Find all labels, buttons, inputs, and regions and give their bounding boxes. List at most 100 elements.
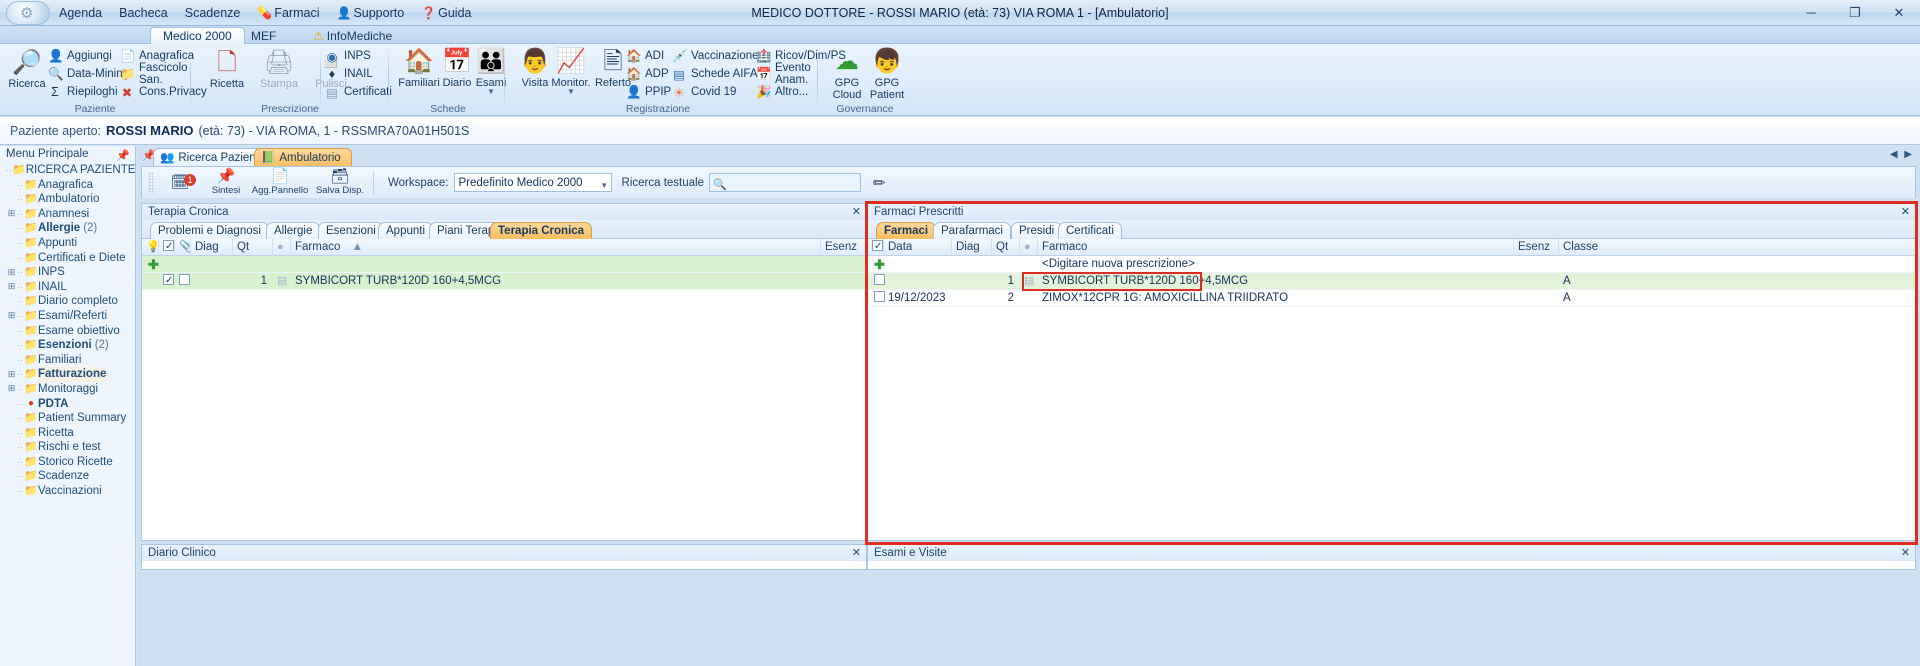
sidebar-item-monitoraggi[interactable]: ··📁Monitoraggi: [0, 382, 135, 397]
column-qt[interactable]: Qt: [233, 239, 273, 256]
sidebar-item-ricetta[interactable]: ·· 📁 Ricetta: [0, 426, 135, 441]
ribbon-button-ricetta[interactable]: 🗋 Ricetta: [200, 48, 254, 90]
expand-icon[interactable]: [6, 367, 17, 383]
clear-search-icon[interactable]: ✏: [873, 174, 886, 192]
sidebar-item-rischi-e-test[interactable]: ·· 📁 Rischi e test: [0, 440, 135, 455]
menu-item-agenda[interactable]: Agenda: [56, 4, 105, 22]
ribbon-button-inail[interactable]: ♦ INAIL: [325, 65, 373, 83]
column-check[interactable]: [159, 239, 175, 256]
column-qt[interactable]: Qt: [992, 239, 1020, 256]
tab-problemi-e-diagnosi[interactable]: Problemi e Diagnosi: [150, 222, 269, 239]
ribbon-button-riepiloghi[interactable]: Σ Riepiloghi: [48, 83, 117, 101]
ribbon-button-schede-aifa[interactable]: ▤ Schede AIFA: [672, 65, 757, 83]
column-data[interactable]: Data: [884, 239, 952, 256]
farmaci-row[interactable]: 19/12/2023 2 ZIMOX*12CPR 1G: AMOXICILLIN…: [868, 290, 1915, 307]
sidebar-item-pdta[interactable]: ·· ● PDTA: [0, 397, 135, 412]
sidebar-item-storico-ricette[interactable]: ·· 📁 Storico Ricette: [0, 455, 135, 470]
toolbar-button-sintesi[interactable]: 📌 Sintesi: [203, 169, 249, 197]
expand-icon[interactable]: [6, 206, 17, 222]
ribbon-button-gpg-patient[interactable]: 👦 GPG Patient: [860, 47, 914, 101]
ribbon-button-inps[interactable]: ◉ INPS: [325, 47, 371, 65]
row-check-primary[interactable]: [159, 273, 175, 290]
ribbon-button-certificati[interactable]: ▤ Certificati: [325, 83, 392, 101]
menu-item-supporto[interactable]: 👤 Supporto: [333, 4, 407, 22]
search-input[interactable]: 🔍: [708, 173, 861, 192]
menu-item-guida[interactable]: ❓ Guida: [418, 4, 474, 22]
column-farmaco[interactable]: Farmaco: [1038, 239, 1514, 256]
tab-esenzioni[interactable]: Esenzioni: [318, 222, 384, 239]
expand-icon[interactable]: [6, 308, 17, 324]
sidebar-item-esami-referti[interactable]: ··📁Esami/Referti: [0, 309, 135, 324]
sidebar-item-allergie[interactable]: ·· 📁 Allergie (2): [0, 221, 135, 236]
column-farmaco[interactable]: Farmaco ▲: [291, 239, 821, 256]
sidebar-item-anamnesi[interactable]: ··📁Anamnesi: [0, 207, 135, 222]
ribbon-tab-mef[interactable]: MEF: [238, 27, 289, 44]
ribbon-button-altro[interactable]: 🎉 Altro...: [756, 83, 808, 101]
terapia-cronica-add-row[interactable]: ✚: [142, 256, 866, 273]
farmaci-row-selected[interactable]: 1 ▤ SYMBICORT TURB*120D 160+4,5MCG A: [868, 272, 1915, 291]
ribbon-button-adp[interactable]: 🏠 ADP: [626, 65, 669, 83]
ribbon-button-datamining[interactable]: 🔍 Data-Mining: [48, 65, 129, 83]
sidebar-item-diario-completo[interactable]: ·· 📁 Diario completo: [0, 294, 135, 309]
sidebar-item-esame-obiettivo[interactable]: ·· 📁 Esame obiettivo: [0, 324, 135, 339]
tab-ambulatorio[interactable]: 📗 Ambulatorio: [254, 148, 352, 166]
menu-item-scadenze[interactable]: Scadenze: [182, 4, 244, 22]
sidebar-item-familiari[interactable]: ·· 📁 Familiari: [0, 353, 135, 368]
sidebar-item-appunti[interactable]: ·· 📁 Appunti: [0, 236, 135, 251]
ribbon-button-stampa[interactable]: 🖨 Stampa: [252, 48, 306, 90]
chevron-down-icon[interactable]: ▼: [544, 88, 598, 96]
ribbon-button-vaccinazione[interactable]: 💉 Vaccinazione: [672, 47, 759, 65]
app-logo-icon[interactable]: [6, 1, 50, 25]
new-prescription-placeholder[interactable]: <Digitare nuova prescrizione>: [1038, 256, 1514, 273]
sidebar-item-ambulatorio[interactable]: ·· 📁 Ambulatorio: [0, 192, 135, 207]
column-diag[interactable]: Diag: [952, 239, 992, 256]
close-icon[interactable]: ✕: [1901, 204, 1910, 220]
ribbon-button-consprivacy[interactable]: ✖ Cons.Privacy: [120, 83, 207, 101]
column-esenz[interactable]: Esenz: [1514, 239, 1559, 256]
sidebar-item-certificati-e-diete[interactable]: ·· 📁 Certificati e Diete: [0, 251, 135, 266]
ribbon-button-ppip[interactable]: 👤 PPIP: [626, 83, 671, 101]
close-icon[interactable]: ✕: [852, 545, 861, 561]
toolbar-grip[interactable]: [148, 171, 154, 194]
column-classe[interactable]: Classe: [1559, 239, 1619, 256]
ribbon-tab-infomediche[interactable]: ⚠ InfoMediche: [300, 27, 405, 44]
sidebar-item-inail[interactable]: ··📁INAIL: [0, 280, 135, 295]
sidebar-item-ricerca-paziente[interactable]: ·· 📁 RICERCA PAZIENTE: [0, 163, 135, 178]
farmaci-new-prescription-row[interactable]: ✚ <Digitare nuova prescrizione>: [868, 256, 1915, 273]
tab-farmaci[interactable]: Farmaci: [876, 222, 937, 239]
tab-certificati[interactable]: Certificati: [1058, 222, 1122, 239]
sidebar-item-patient-summary[interactable]: ·· 📁 Patient Summary: [0, 411, 135, 426]
ribbon-button-covid19[interactable]: ☀ Covid 19: [672, 83, 736, 101]
sidebar-item-fatturazione[interactable]: ··📁Fatturazione: [0, 367, 135, 382]
add-row-icon[interactable]: ✚: [874, 257, 885, 272]
column-diag[interactable]: Diag: [191, 239, 233, 256]
minimize-button[interactable]: ─: [1794, 2, 1828, 23]
ribbon-button-fascicolo[interactable]: 📁 Fascicolo San.: [120, 62, 190, 86]
tab-nav-arrows[interactable]: ◀ ▶: [1890, 149, 1914, 160]
column-esenz[interactable]: Esenz: [821, 239, 867, 256]
tab-presidi[interactable]: Presidi: [1011, 222, 1063, 239]
tab-parafarmaci[interactable]: Parafarmaci: [933, 222, 1011, 239]
expand-icon[interactable]: [6, 279, 17, 295]
ribbon-tab-medico-2000[interactable]: Medico 2000: [150, 27, 245, 44]
toolbar-button-salva-disp[interactable]: 🗃 Salva Disp.: [311, 169, 369, 197]
expand-icon[interactable]: [6, 265, 17, 281]
tab-appunti[interactable]: Appunti: [378, 222, 434, 239]
ribbon-button-aggiungi[interactable]: 👤 Aggiungi: [48, 47, 112, 65]
ribbon-button-adi[interactable]: 🏠 ADI: [626, 47, 664, 65]
toolbar-button-agg-pannello[interactable]: 📄 Agg.Pannello: [249, 169, 311, 197]
tab-allergie[interactable]: Allergie: [266, 222, 321, 239]
toolbar-button-sintesi-badge[interactable]: 🗓 1: [157, 173, 203, 191]
ribbon-button-ricerca[interactable]: 🔎 Ricerca: [0, 48, 54, 90]
ribbon-button-evento-anamnestico[interactable]: 📅 Evento Anam.: [756, 62, 811, 86]
close-button[interactable]: ✕: [1882, 2, 1916, 23]
sidebar-item-vaccinazioni[interactable]: ·· 📁 Vaccinazioni: [0, 484, 135, 499]
expand-icon[interactable]: [6, 381, 17, 397]
maximize-button[interactable]: ❐: [1838, 2, 1872, 23]
terapia-cronica-row[interactable]: 1 ▤ SYMBICORT TURB*120D 160+4,5MCG: [142, 273, 866, 290]
column-check[interactable]: [868, 239, 884, 256]
add-row-icon[interactable]: ✚: [148, 257, 159, 272]
close-icon[interactable]: ✕: [1901, 545, 1910, 561]
sidebar-item-esenzioni[interactable]: ·· 📁 Esenzioni (2): [0, 338, 135, 353]
sidebar-item-inps[interactable]: ··📁INPS: [0, 265, 135, 280]
